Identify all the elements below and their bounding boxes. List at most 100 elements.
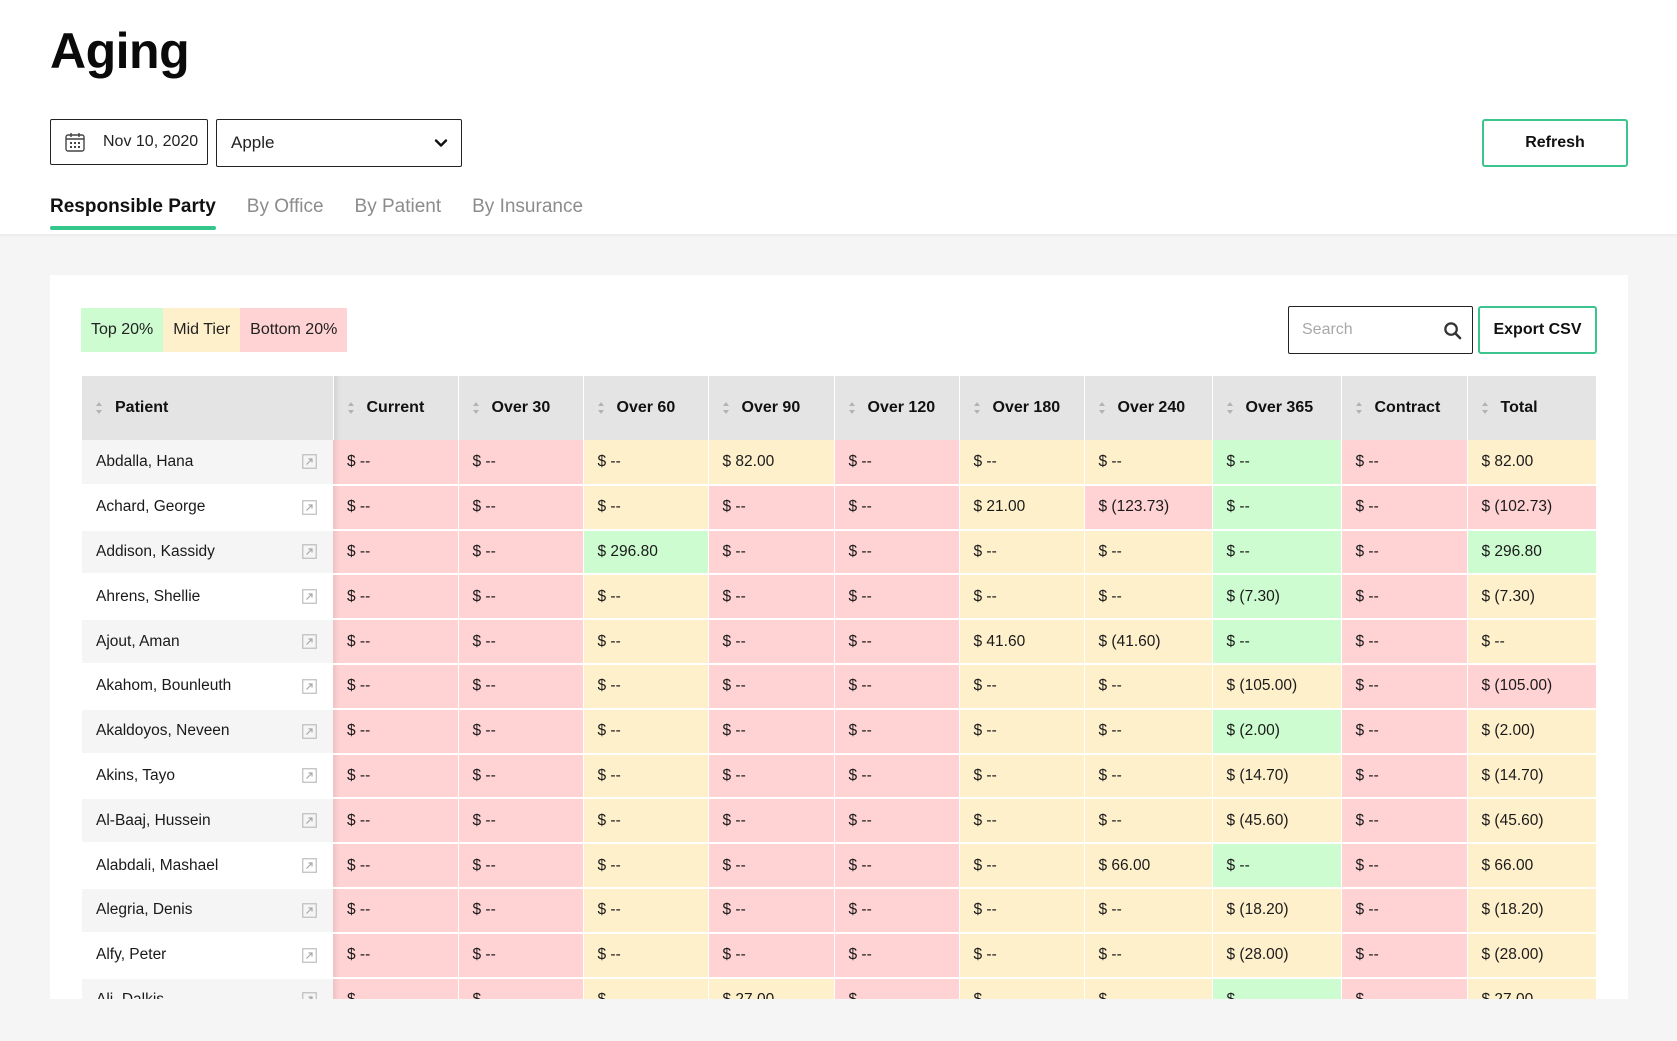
open-external-icon[interactable] bbox=[302, 634, 317, 649]
table-row[interactable]: Addison, Kassidy $ -- $ -- $ 296.80 $ -- $ --… bbox=[82, 529, 1596, 576]
column-header-over-60[interactable]: Over 60 bbox=[583, 376, 709, 440]
patient-name[interactable]: Alabdali, Mashael bbox=[96, 857, 218, 875]
patient-name[interactable]: Alegria, Denis bbox=[96, 901, 193, 919]
sort-icon[interactable] bbox=[597, 401, 605, 415]
table-row[interactable]: Akins, Tayo $ -- $ -- $ -- $ -- $ -- $ -- $ -- $… bbox=[82, 753, 1596, 800]
open-external-icon[interactable] bbox=[302, 947, 317, 963]
amount-cell-over-90: $ -- bbox=[708, 529, 835, 576]
search-field[interactable] bbox=[1288, 306, 1473, 354]
sort-icon[interactable] bbox=[347, 401, 355, 415]
table-body: Abdalla, Hana $ -- $ -- $ -- $ 82.00 $ -- $ --… bbox=[82, 440, 1596, 999]
table-row[interactable]: Abdalla, Hana $ -- $ -- $ -- $ 82.00 $ -- $ --… bbox=[82, 440, 1596, 486]
search-input[interactable] bbox=[1300, 320, 1434, 340]
column-header-over-90[interactable]: Over 90 bbox=[708, 376, 835, 440]
column-header-over-180[interactable]: Over 180 bbox=[959, 376, 1085, 440]
column-header-patient[interactable]: Patient bbox=[82, 376, 334, 440]
amount-cell-total: $ 82.00 bbox=[1467, 440, 1596, 486]
patient-name[interactable]: Akahom, Bounleuth bbox=[96, 677, 231, 695]
open-external-icon[interactable] bbox=[302, 499, 317, 515]
open-external-icon[interactable] bbox=[302, 813, 317, 829]
open-external-icon[interactable] bbox=[302, 903, 317, 918]
amount-cell-over-60: $ -- bbox=[583, 932, 709, 979]
patient-name[interactable]: Achard, George bbox=[96, 498, 205, 516]
table-row[interactable]: Alegria, Denis $ -- $ -- $ -- $ -- $ -- $ -- $ … bbox=[82, 887, 1596, 934]
sort-icon[interactable] bbox=[848, 401, 856, 415]
amount-cell-over-60: $ -- bbox=[583, 753, 709, 800]
patient-name[interactable]: Akins, Tayo bbox=[96, 767, 175, 785]
page-title: Aging bbox=[50, 23, 190, 79]
tab-by-patient[interactable]: By Patient bbox=[355, 196, 442, 228]
table-row[interactable]: Alfy, Peter $ -- $ -- $ -- $ -- $ -- $ -- $ -- $… bbox=[82, 932, 1596, 979]
table-row[interactable]: Al-Baaj, Hussein $ -- $ -- $ -- $ -- $ -- $ --… bbox=[82, 798, 1596, 845]
calendar-icon bbox=[65, 133, 85, 152]
sort-icon[interactable] bbox=[1481, 401, 1489, 415]
open-external-icon[interactable] bbox=[302, 768, 317, 784]
amount-cell-over-365: $ (14.70) bbox=[1212, 753, 1342, 800]
amount-cell-over-60: $ -- bbox=[583, 798, 709, 845]
amount-cell-over-60: $ -- bbox=[583, 574, 709, 621]
patient-name[interactable]: Ajout, Aman bbox=[96, 633, 180, 651]
table-row[interactable]: Ajout, Aman $ -- $ -- $ -- $ -- $ -- $ 41.60 $ … bbox=[82, 619, 1596, 665]
date-picker[interactable]: Nov 10, 2020 bbox=[50, 119, 208, 165]
column-header-over-30[interactable]: Over 30 bbox=[458, 376, 584, 440]
tier-legend: Top 20% Mid Tier Bottom 20% bbox=[81, 308, 348, 352]
patient-name[interactable]: Akaldoyos, Neveen bbox=[96, 722, 230, 740]
amount-cell-current: $ -- bbox=[333, 484, 459, 531]
table-row[interactable]: Akaldoyos, Neveen $ -- $ -- $ -- $ -- $ -- $ -… bbox=[82, 708, 1596, 755]
tab-by-insurance[interactable]: By Insurance bbox=[472, 196, 583, 228]
search-icon[interactable] bbox=[1443, 321, 1462, 340]
tab-responsible-party[interactable]: Responsible Party bbox=[50, 196, 216, 230]
amount-cell-contract: $ -- bbox=[1341, 708, 1468, 755]
amount-cell-over-180: $ -- bbox=[959, 932, 1085, 979]
sort-icon[interactable] bbox=[1355, 401, 1363, 415]
sort-icon[interactable] bbox=[722, 401, 730, 415]
patient-cell-content: Alabdali, Mashael bbox=[96, 857, 333, 875]
column-header-over-365[interactable]: Over 365 bbox=[1212, 376, 1342, 440]
patient-name[interactable]: Addison, Kassidy bbox=[96, 543, 215, 561]
table-row[interactable]: Akahom, Bounleuth $ -- $ -- $ -- $ -- $ -- $ -… bbox=[82, 663, 1596, 710]
open-external-icon[interactable] bbox=[302, 858, 317, 873]
practice-select[interactable]: Apple bbox=[216, 119, 462, 167]
column-header-total[interactable]: Total bbox=[1467, 376, 1596, 440]
table-row[interactable]: Achard, George $ -- $ -- $ -- $ -- $ -- $ 21.0… bbox=[82, 484, 1596, 531]
column-header-contract[interactable]: Contract bbox=[1341, 376, 1468, 440]
patient-cell: Akaldoyos, Neveen bbox=[82, 708, 333, 755]
sort-icon[interactable] bbox=[1098, 401, 1106, 415]
open-external-icon[interactable] bbox=[302, 679, 317, 694]
refresh-button[interactable]: Refresh bbox=[1482, 119, 1628, 167]
legend-bottom-20: Bottom 20% bbox=[240, 308, 348, 352]
amount-cell-over-90: $ 27.00 bbox=[708, 977, 835, 999]
amount-cell-over-180: $ -- bbox=[959, 977, 1085, 999]
amount-cell-contract: $ -- bbox=[1341, 529, 1468, 576]
open-external-icon[interactable] bbox=[302, 454, 317, 470]
open-external-icon[interactable] bbox=[302, 589, 317, 605]
table-row[interactable]: Ahrens, Shellie $ -- $ -- $ -- $ -- $ -- $ -- $… bbox=[82, 574, 1596, 621]
patient-cell-content: Akahom, Bounleuth bbox=[96, 677, 333, 695]
column-header-current[interactable]: Current bbox=[333, 376, 459, 440]
patient-name[interactable]: Al-Baaj, Hussein bbox=[96, 812, 211, 830]
amount-cell-over-120: $ -- bbox=[834, 440, 960, 486]
open-external-icon[interactable] bbox=[302, 723, 317, 739]
column-header-over-240[interactable]: Over 240 bbox=[1084, 376, 1213, 440]
table-row[interactable]: Alabdali, Mashael $ -- $ -- $ -- $ -- $ -- $ -… bbox=[82, 843, 1596, 889]
sort-icon[interactable] bbox=[472, 401, 480, 415]
sort-icon[interactable] bbox=[1226, 401, 1234, 415]
amount-cell-over-60: $ -- bbox=[583, 887, 709, 934]
patient-name[interactable]: Ali, Dalkis bbox=[96, 991, 164, 999]
column-header-over-120[interactable]: Over 120 bbox=[834, 376, 960, 440]
column-header-label: Current bbox=[366, 399, 425, 416]
amount-cell-over-240: $ (41.60) bbox=[1084, 619, 1213, 665]
export-csv-button[interactable]: Export CSV bbox=[1478, 306, 1597, 354]
sort-icon[interactable] bbox=[973, 401, 981, 415]
table-row[interactable]: Ali, Dalkis$ --$ --$ --$ 27.00$ --$ --$ … bbox=[82, 977, 1596, 999]
open-external-icon[interactable] bbox=[302, 992, 317, 999]
tab-by-office[interactable]: By Office bbox=[247, 196, 324, 228]
sort-icon[interactable] bbox=[95, 401, 103, 415]
open-external-icon[interactable] bbox=[302, 544, 317, 560]
patient-cell: Alabdali, Mashael bbox=[82, 843, 333, 889]
patient-name[interactable]: Ahrens, Shellie bbox=[96, 588, 200, 606]
patient-name[interactable]: Abdalla, Hana bbox=[96, 453, 193, 471]
amount-cell-total: $ (102.73) bbox=[1467, 484, 1596, 531]
patient-name[interactable]: Alfy, Peter bbox=[96, 946, 166, 964]
patient-cell-content: Alfy, Peter bbox=[96, 946, 333, 964]
